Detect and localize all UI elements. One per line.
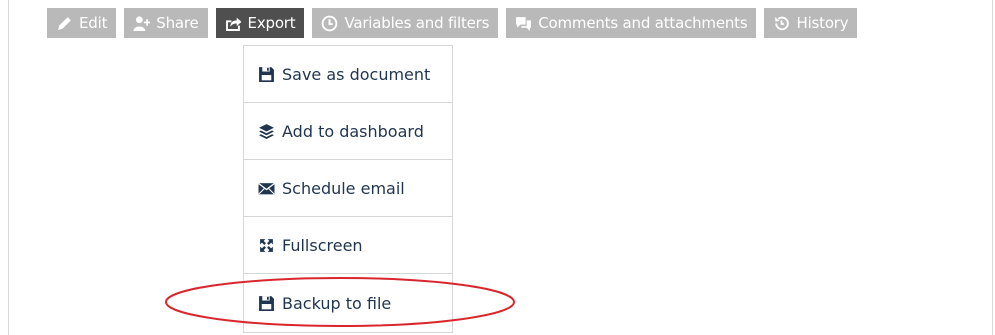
history-button[interactable]: History	[764, 8, 858, 38]
menu-item-backup-to-file[interactable]: Backup to file	[244, 274, 452, 332]
add-user-icon	[133, 15, 151, 32]
history-button-label: History	[796, 14, 849, 32]
edit-button-label: Edit	[79, 14, 108, 32]
export-dropdown-menu: Save as document Add to dashboard Schedu…	[243, 45, 453, 333]
clock-icon	[321, 15, 338, 32]
layers-icon	[258, 123, 275, 140]
report-toolbar: Edit Share Export Variables and filters …	[47, 8, 858, 38]
content-frame	[8, 0, 993, 335]
export-icon	[225, 15, 242, 32]
comments-and-attachments-button[interactable]: Comments and attachments	[506, 8, 757, 38]
export-button-label: Export	[247, 14, 296, 32]
envelope-icon	[258, 180, 275, 197]
floppy-disk-icon	[258, 66, 275, 83]
menu-item-add-to-dashboard[interactable]: Add to dashboard	[244, 103, 452, 160]
menu-item-label: Save as document	[282, 64, 431, 84]
menu-item-schedule-email[interactable]: Schedule email	[244, 160, 452, 217]
share-button-label: Share	[156, 14, 199, 32]
menu-item-label: Schedule email	[282, 178, 405, 198]
fullscreen-icon	[258, 237, 275, 254]
history-icon	[773, 15, 790, 32]
menu-item-label: Backup to file	[282, 293, 392, 313]
comments-icon	[515, 15, 532, 32]
share-button[interactable]: Share	[124, 8, 208, 38]
edit-button[interactable]: Edit	[47, 8, 117, 38]
variables-and-filters-label: Variables and filters	[344, 14, 490, 32]
pencil-icon	[56, 15, 73, 32]
menu-item-fullscreen[interactable]: Fullscreen	[244, 217, 452, 274]
comments-and-attachments-label: Comments and attachments	[538, 14, 748, 32]
menu-item-save-as-document[interactable]: Save as document	[244, 46, 452, 103]
variables-and-filters-button[interactable]: Variables and filters	[312, 8, 499, 38]
menu-item-label: Add to dashboard	[282, 121, 424, 141]
floppy-disk-icon	[258, 295, 275, 312]
menu-item-label: Fullscreen	[282, 235, 363, 255]
export-button[interactable]: Export	[215, 8, 305, 38]
